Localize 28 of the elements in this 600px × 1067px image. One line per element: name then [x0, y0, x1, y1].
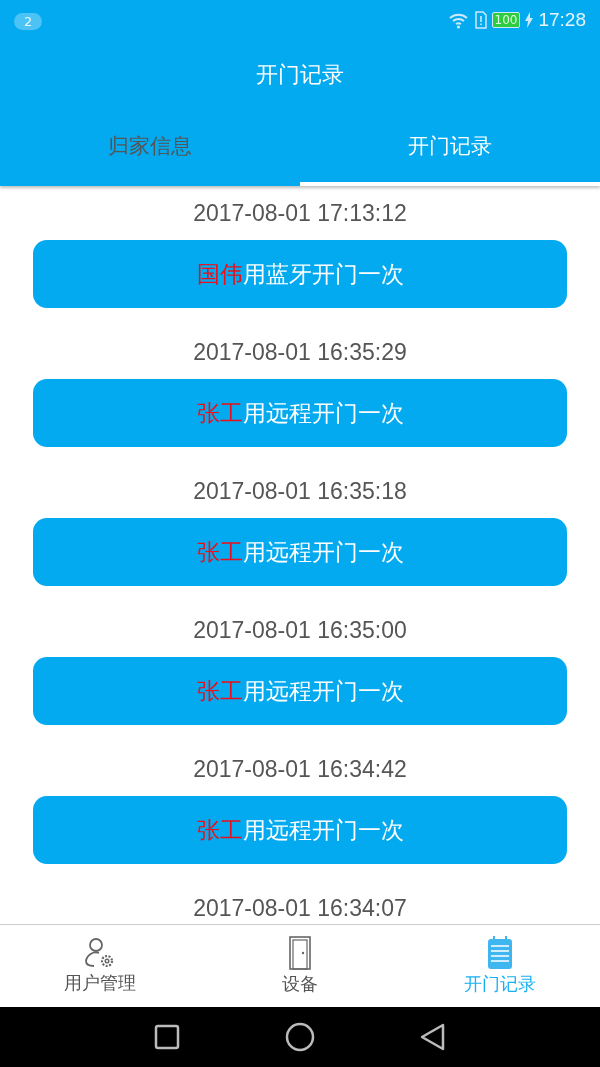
record-banner: 国伟用蓝牙开门一次: [33, 240, 567, 308]
record-banner: 张工用远程开门一次: [33, 657, 567, 725]
wifi-icon: [447, 11, 470, 29]
charging-icon: [525, 12, 534, 28]
nav-item[interactable]: 用户管理: [64, 971, 136, 995]
record-banner: 张工用远程开门一次: [33, 379, 567, 447]
battery-level: 100: [491, 12, 521, 28]
door-icon: [288, 936, 312, 970]
record-time: 2017-08-01 17:13:12: [192, 198, 408, 228]
nav-item[interactable]: 开门记录: [464, 972, 536, 996]
record-time: 2017-08-01 16:35:18: [192, 476, 408, 506]
tab[interactable]: 归家信息: [0, 110, 300, 186]
screen-title: 开门记录: [255, 61, 345, 89]
notification-count: 2: [14, 12, 43, 30]
home-icon[interactable]: [285, 1022, 315, 1052]
record-time: 2017-08-01 16:35:00: [192, 615, 408, 645]
record-time: 2017-08-01 16:34:07: [192, 893, 408, 923]
status-time: 17:28: [538, 9, 586, 31]
record-banner: 张工用远程开门一次: [33, 796, 567, 864]
nav-item[interactable]: 设备: [282, 972, 318, 996]
back-icon[interactable]: [420, 1023, 446, 1051]
record-time: 2017-08-01 16:34:42: [192, 754, 408, 784]
record-time: 2017-08-01 16:35:29: [192, 337, 408, 367]
recents-icon[interactable]: [154, 1024, 180, 1050]
notepad-icon: [487, 936, 513, 970]
sim-alert-icon: [474, 11, 487, 29]
record-banner: 张工用远程开门一次: [33, 518, 567, 586]
tab[interactable]: 开门记录: [300, 110, 600, 186]
